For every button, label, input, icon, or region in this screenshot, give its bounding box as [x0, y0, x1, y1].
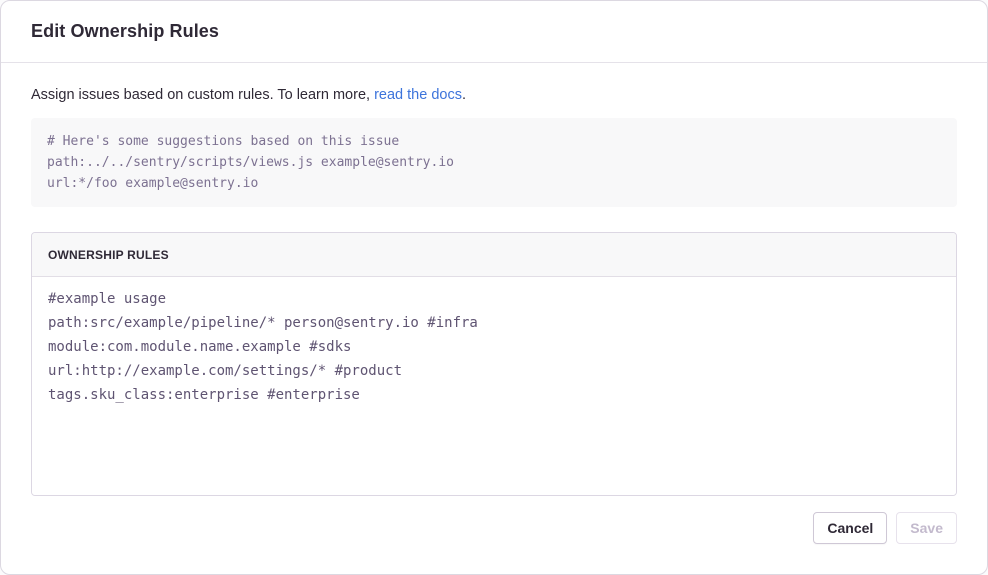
- description-after-link: .: [462, 87, 466, 103]
- ownership-rules-panel: OWNERSHIP RULES #example usage path:src/…: [31, 232, 957, 496]
- modal-footer: Cancel Save: [1, 512, 987, 574]
- modal-title: Edit Ownership Rules: [31, 21, 957, 42]
- edit-ownership-rules-modal: Edit Ownership Rules Assign issues based…: [0, 0, 988, 575]
- modal-body: Assign issues based on custom rules. To …: [1, 63, 987, 512]
- description-text: Assign issues based on custom rules. To …: [31, 86, 957, 104]
- save-button[interactable]: Save: [896, 512, 957, 544]
- rule-suggestions-block: # Here's some suggestions based on this …: [31, 118, 957, 207]
- read-the-docs-link[interactable]: read the docs: [374, 87, 462, 103]
- description-before-link: Assign issues based on custom rules. To …: [31, 87, 374, 103]
- ownership-rules-panel-header: OWNERSHIP RULES: [32, 233, 956, 277]
- ownership-rules-header-label: OWNERSHIP RULES: [48, 248, 169, 262]
- modal-header: Edit Ownership Rules: [1, 1, 987, 63]
- cancel-button[interactable]: Cancel: [813, 512, 887, 544]
- ownership-rules-textarea[interactable]: #example usage path:src/example/pipeline…: [32, 277, 956, 495]
